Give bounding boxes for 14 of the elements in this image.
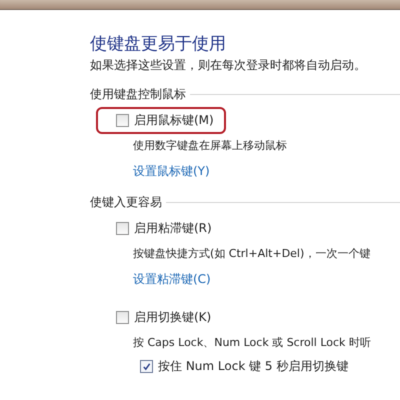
settings-link[interactable]: 设置鼠标键(Y)	[116, 163, 210, 180]
option-description: 使用数字键盘在屏幕上移动鼠标	[132, 138, 288, 153]
page-title: 使键盘更易于使用	[90, 33, 227, 55]
check-icon	[142, 362, 151, 371]
checkbox[interactable]: 按住 Num Lock 键 5 秒启用切换键	[140, 358, 348, 375]
option-description: 按 Caps Lock、Num Lock 或 Scroll Lock 时听	[132, 335, 372, 350]
subtitle-text: 如果选择这些设置，则在每次登录时都将自动启动。	[90, 57, 367, 74]
section-heading: 使用键盘控制鼠标	[90, 86, 187, 103]
option-description: 按键盘快捷方式(如 Ctrl+Alt+Del)，一次一个键	[132, 246, 372, 261]
section-heading: 使键入更容易	[90, 194, 163, 211]
checkbox[interactable]: 启用鼠标键(M)	[116, 112, 214, 129]
checkbox[interactable]: 启用切换键(K)	[116, 309, 212, 326]
settings-link[interactable]: 设置粘滞键(C)	[116, 271, 211, 288]
checkbox[interactable]: 启用粘滞键(R)	[116, 220, 212, 237]
